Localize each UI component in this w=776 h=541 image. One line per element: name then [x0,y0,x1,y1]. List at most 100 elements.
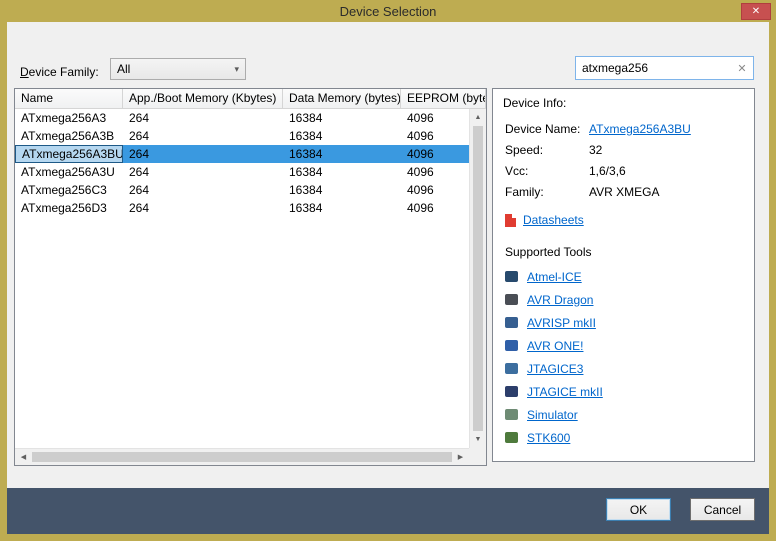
tool-link[interactable]: AVRISP mkII [527,316,596,330]
close-button[interactable]: ✕ [741,3,771,20]
device-name-link[interactable]: ATxmega256A3BU [589,122,691,136]
jtagice-mkii-icon [505,386,518,397]
search-input[interactable] [576,61,731,75]
column-header-memory[interactable]: App./Boot Memory (Kbytes) [123,89,283,108]
cell-eeprom[interactable]: 4096 [401,145,469,163]
tool-item[interactable]: AVR Dragon [493,288,754,311]
cell-memory[interactable]: 264 [123,127,283,145]
cell-eeprom[interactable]: 4096 [401,109,469,127]
jtagice3-icon [505,363,518,374]
avr-dragon-icon [505,294,518,305]
cell-data[interactable]: 16384 [283,109,401,127]
family-field: Family: AVR XMEGA [493,181,754,202]
footer: OK Cancel [7,488,769,534]
table-row[interactable]: ATxmega256A3 264 16384 4096 [15,109,469,127]
cancel-button[interactable]: Cancel [690,498,755,521]
cell-name[interactable]: ATxmega256A3B [15,127,123,145]
tool-link[interactable]: AVR Dragon [527,293,593,307]
cell-data[interactable]: 16384 [283,163,401,181]
cell-name[interactable]: ATxmega256A3U [15,163,123,181]
device-family-value: All [117,62,234,76]
vertical-scrollbar[interactable]: ▲ ▼ [469,109,486,448]
table-row[interactable]: ATxmega256C3 264 16384 4096 [15,181,469,199]
tool-link[interactable]: JTAGICE mkII [527,385,603,399]
scroll-down-icon[interactable]: ▼ [470,431,486,448]
clear-search-icon[interactable]: ✕ [731,62,753,75]
ok-button[interactable]: OK [606,498,671,521]
chevron-down-icon: ▾ [234,64,239,75]
tool-item[interactable]: AVR ONE! [493,334,754,357]
cell-memory[interactable]: 264 [123,199,283,217]
cell-memory[interactable]: 264 [123,163,283,181]
vertical-scrollbar-thumb[interactable] [473,126,483,431]
speed-value: 32 [589,143,602,157]
tool-link[interactable]: STK600 [527,431,570,445]
scroll-left-icon[interactable]: ◀ [15,449,32,465]
atmel-ice-icon [505,271,518,282]
tool-item[interactable]: JTAGICE mkII [493,380,754,403]
cell-memory[interactable]: 264 [123,109,283,127]
datasheets-link[interactable]: Datasheets [523,213,584,227]
cell-name[interactable]: ATxmega256D3 [15,199,123,217]
cell-memory[interactable]: 264 [123,181,283,199]
cell-data[interactable]: 16384 [283,127,401,145]
cell-name[interactable]: ATxmega256A3 [15,109,123,127]
device-info-heading: Device Info: [493,89,754,118]
device-name-field: Device Name: ATxmega256A3BU [493,118,754,139]
tool-item[interactable]: AVRISP mkII [493,311,754,334]
supported-tools-heading: Supported Tools [493,245,754,263]
tool-item[interactable]: JTAGICE3 [493,357,754,380]
close-icon: ✕ [752,6,760,17]
cell-eeprom[interactable]: 4096 [401,163,469,181]
device-info-panel: Device Info: Device Name: ATxmega256A3BU… [492,88,755,462]
column-header-eeprom[interactable]: EEPROM (bytes) [401,89,486,108]
vcc-label: Vcc: [505,164,589,178]
tool-link[interactable]: Atmel-ICE [527,270,582,284]
cell-data[interactable]: 16384 [283,199,401,217]
datasheets-row: Datasheets [493,211,754,229]
cell-eeprom[interactable]: 4096 [401,181,469,199]
scrollbar-corner [469,448,486,465]
scroll-up-icon[interactable]: ▲ [470,109,486,126]
pdf-icon[interactable] [505,214,516,227]
tool-link[interactable]: JTAGICE3 [527,362,583,376]
horizontal-scrollbar[interactable]: ◀ ▶ [15,448,469,465]
device-name-label: Device Name: [505,122,589,136]
tool-item[interactable]: Atmel-ICE [493,265,754,288]
cell-data[interactable]: 16384 [283,145,401,163]
vcc-field: Vcc: 1,6/3,6 [493,160,754,181]
column-header-name[interactable]: Name [15,89,123,108]
cell-data[interactable]: 16384 [283,181,401,199]
device-family-dropdown[interactable]: All ▾ [110,58,246,80]
table-row[interactable]: ATxmega256A3B 264 16384 4096 [15,127,469,145]
cell-eeprom[interactable]: 4096 [401,127,469,145]
tool-item[interactable]: STK600 [493,426,754,449]
cell-name[interactable]: ATxmega256C3 [15,181,123,199]
vcc-value: 1,6/3,6 [589,164,626,178]
horizontal-scrollbar-thumb[interactable] [32,452,452,462]
device-family-label: Device Family: [20,65,99,79]
column-header-data[interactable]: Data Memory (bytes) [283,89,401,108]
scroll-right-icon[interactable]: ▶ [452,449,469,465]
table-row[interactable]: ATxmega256A3U 264 16384 4096 [15,163,469,181]
device-table-body: ATxmega256A3 264 16384 4096 ATxmega256A3… [15,109,469,448]
cell-memory[interactable]: 264 [123,145,283,163]
family-value: AVR XMEGA [589,185,659,199]
speed-label: Speed: [505,143,589,157]
avrisp-mkii-icon [505,317,518,328]
simulator-icon [505,409,518,420]
tool-link[interactable]: Simulator [527,408,578,422]
table-row[interactable]: ATxmega256D3 264 16384 4096 [15,199,469,217]
cell-name[interactable]: ATxmega256A3BU [15,145,123,163]
supported-tools-list: Atmel-ICE AVR Dragon AVRISP mkII AVR ONE… [493,265,754,449]
stk600-icon [505,432,518,443]
tool-item[interactable]: Simulator [493,403,754,426]
search-box: ✕ [575,56,754,80]
cell-eeprom[interactable]: 4096 [401,199,469,217]
device-table: Name App./Boot Memory (Kbytes) Data Memo… [14,88,487,466]
titlebar: Device Selection ✕ [0,0,776,22]
device-table-header: Name App./Boot Memory (Kbytes) Data Memo… [15,89,486,109]
tool-link[interactable]: AVR ONE! [527,339,583,353]
table-row[interactable]: ATxmega256A3BU 264 16384 4096 [15,145,469,163]
device-selection-dialog: Device Selection ✕ Device Family: All ▾ … [0,0,776,541]
